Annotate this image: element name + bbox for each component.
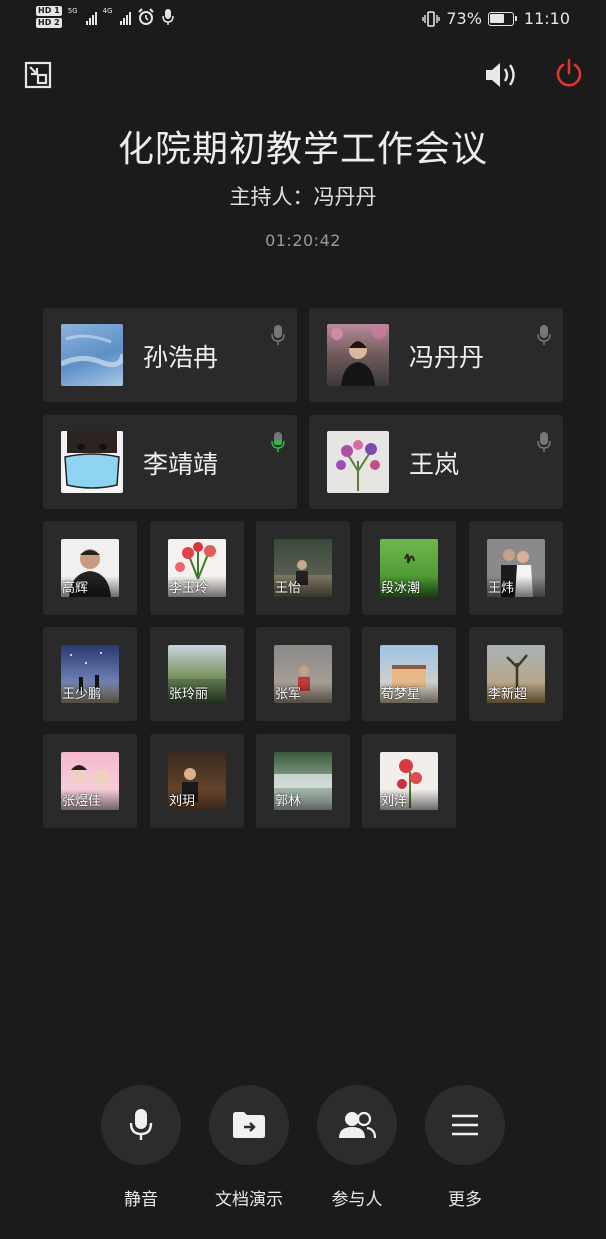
signal-icon <box>85 9 97 25</box>
hd-indicators: HD 1 HD 2 <box>36 6 62 28</box>
battery-percent: 73% <box>446 9 482 28</box>
participant-tile[interactable]: 高辉 <box>43 521 137 615</box>
participant-tile[interactable]: 王怡 <box>256 521 350 615</box>
participant-tile[interactable]: 刘玥 <box>150 734 244 828</box>
more-circle[interactable] <box>425 1085 505 1165</box>
participant-name: 刘玥 <box>168 789 226 810</box>
participant-tile[interactable]: 段冰潮 <box>362 521 456 615</box>
avatar <box>327 431 389 493</box>
participant-tile[interactable]: 王少鹏 <box>43 627 137 721</box>
avatar: 刘洋 <box>380 752 438 810</box>
share-document-button[interactable]: 文档演示 <box>208 1085 290 1210</box>
avatar: 荀梦星 <box>380 645 438 703</box>
participants-icon <box>339 1111 376 1139</box>
avatar: 李玉玲 <box>168 539 226 597</box>
more-label: 更多 <box>448 1190 482 1210</box>
avatar: 刘玥 <box>168 752 226 810</box>
participant-tile[interactable]: 王岚 <box>309 415 563 509</box>
share-document-icon <box>233 1112 265 1138</box>
mic-icon <box>162 9 175 25</box>
participant-tile[interactable]: 荀梦星 <box>362 627 456 721</box>
participant-name: 王怡 <box>274 576 332 597</box>
participant-name: 孙浩冉 <box>143 343 219 372</box>
participant-name: 刘洋 <box>380 789 438 810</box>
participants-button[interactable]: 参与人 <box>316 1085 398 1210</box>
participant-name: 张玲丽 <box>168 682 226 703</box>
participant-tile[interactable]: 孙浩冉 <box>43 308 297 402</box>
avatar: 王少鹏 <box>61 645 119 703</box>
more-menu-icon <box>452 1114 478 1136</box>
meeting-host: 主持人：冯丹丹 <box>229 185 377 209</box>
alarm-icon <box>138 8 155 25</box>
microphone-active-icon <box>271 432 285 452</box>
participant-name: 荀梦星 <box>380 682 438 703</box>
participant-tile[interactable]: 张军 <box>256 627 350 721</box>
hd2-badge: HD 2 <box>36 18 62 28</box>
microphone-icon <box>271 325 285 345</box>
minimize-window-icon[interactable] <box>24 61 52 89</box>
status-bar: HD 1 HD 2 5G 4G 73% 11:10 <box>0 0 606 40</box>
participant-name: 段冰潮 <box>380 576 438 597</box>
participant-tile[interactable]: 李玉玲 <box>150 521 244 615</box>
more-button[interactable]: 更多 <box>424 1085 506 1210</box>
avatar: 王怡 <box>274 539 332 597</box>
participant-tile[interactable]: 李新超 <box>469 627 563 721</box>
clock: 11:10 <box>523 9 570 28</box>
participant-name: 李靖靖 <box>143 450 219 479</box>
avatar <box>327 324 389 386</box>
microphone-icon <box>537 432 551 452</box>
participant-tile[interactable]: 冯丹丹 <box>309 308 563 402</box>
avatar: 张军 <box>274 645 332 703</box>
meeting-timer: 01:20:42 <box>265 231 341 250</box>
vibrate-icon <box>422 10 441 27</box>
participant-name: 李新超 <box>487 682 545 703</box>
participant-name: 王少鹏 <box>61 682 119 703</box>
mute-button[interactable]: 静音 <box>100 1085 182 1210</box>
participant-tile[interactable]: 王炜 <box>469 521 563 615</box>
participant-name: 高辉 <box>61 576 119 597</box>
signal-icon <box>120 9 132 25</box>
microphone-icon <box>129 1109 153 1140</box>
microphone-icon <box>537 325 551 345</box>
mute-label: 静音 <box>124 1190 158 1210</box>
speaker-icon[interactable] <box>484 60 520 90</box>
participants-circle[interactable] <box>317 1085 397 1165</box>
participant-name: 冯丹丹 <box>409 343 485 372</box>
mute-button-circle[interactable] <box>101 1085 181 1165</box>
avatar: 王炜 <box>487 539 545 597</box>
avatar: 段冰潮 <box>380 539 438 597</box>
participant-tile[interactable]: 李靖靖 <box>43 415 297 509</box>
avatar: 张煜佳 <box>61 752 119 810</box>
participant-name: 王炜 <box>487 576 545 597</box>
participant-tile[interactable]: 张煜佳 <box>43 734 137 828</box>
meeting-title: 化院期初教学工作会议 <box>117 129 488 170</box>
avatar: 张玲丽 <box>168 645 226 703</box>
battery-icon <box>487 11 517 26</box>
participant-name: 王岚 <box>409 450 460 479</box>
avatar <box>61 431 123 493</box>
participant-name: 张煜佳 <box>61 789 119 810</box>
participant-tile[interactable]: 刘洋 <box>362 734 456 828</box>
avatar <box>61 324 123 386</box>
hd1-badge: HD 1 <box>36 6 62 16</box>
share-document-label: 文档演示 <box>215 1190 283 1210</box>
avatar: 郭林 <box>274 752 332 810</box>
share-document-circle[interactable] <box>209 1085 289 1165</box>
avatar: 高辉 <box>61 539 119 597</box>
avatar: 李新超 <box>487 645 545 703</box>
power-icon[interactable] <box>553 58 585 90</box>
network-type-2: 4G <box>102 7 113 15</box>
participant-name: 郭林 <box>274 789 332 810</box>
participant-name: 张军 <box>274 682 332 703</box>
participant-name: 李玉玲 <box>168 576 226 597</box>
participants-label: 参与人 <box>331 1190 383 1210</box>
participant-tile[interactable]: 张玲丽 <box>150 627 244 721</box>
network-type-1: 5G <box>67 7 78 15</box>
participant-tile[interactable]: 郭林 <box>256 734 350 828</box>
